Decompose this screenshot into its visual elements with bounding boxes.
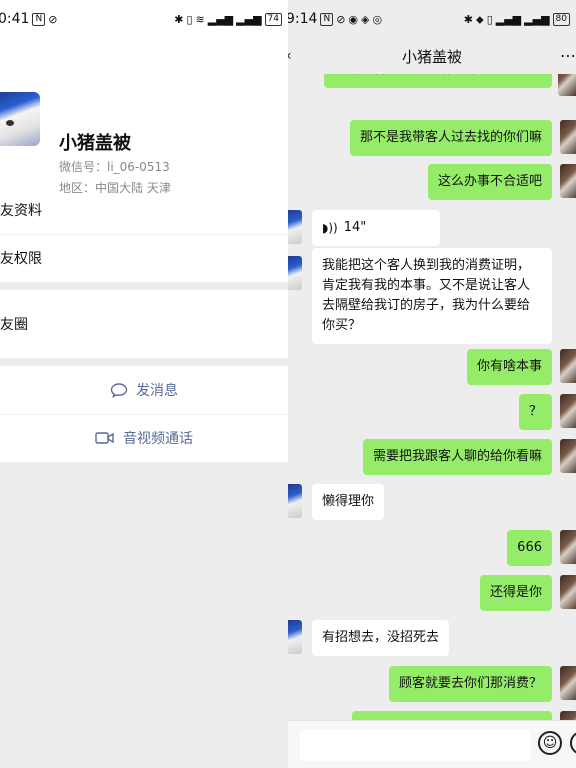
avatar[interactable] xyxy=(560,120,576,154)
location-icon: ⬥ xyxy=(476,12,484,26)
menu-item-label: 友圈 xyxy=(0,317,28,333)
status-time: 0:41 xyxy=(0,11,30,27)
video-camera-icon xyxy=(95,432,114,444)
chat-header: ‹ 小猪盖被 ⋯ xyxy=(288,38,576,74)
message-bubble[interactable]: 你给我客人到另处给你开它你就是个 xyxy=(323,74,552,88)
message-bubble[interactable]: 那不是我带客人过去找的你们嘛 xyxy=(349,120,552,156)
message-row: ◗)) 14" xyxy=(312,210,440,246)
input-bar: ) ☺ xyxy=(288,720,576,768)
message-row: 有招想去，没招死去 xyxy=(312,620,450,656)
chat-bubble-icon xyxy=(110,383,128,398)
avatar[interactable] xyxy=(560,575,576,609)
video-call-label: 音视频通话 xyxy=(123,431,193,447)
avatar[interactable] xyxy=(560,530,576,564)
message-bubble[interactable]: 你有啥本事 xyxy=(466,349,552,385)
chat-title: 小猪盖被 xyxy=(401,47,462,66)
voice-wave-icon: ◗)) xyxy=(322,221,338,235)
menu-item-profile-info[interactable]: 友资料 xyxy=(0,186,288,234)
more-functions-icon[interactable] xyxy=(570,731,576,755)
more-icon[interactable]: ⋯ xyxy=(560,46,576,65)
vibrate-icon: ▯ xyxy=(486,12,493,26)
message-bubble[interactable]: 顾客就要去你们那消费？ xyxy=(388,666,552,702)
message-bubble[interactable]: 还得是你 xyxy=(479,575,552,611)
profile-menu: 友资料 友权限 xyxy=(0,186,288,282)
voice-message[interactable]: ◗)) 14" xyxy=(312,210,440,246)
contact-name: 小猪盖被 xyxy=(59,133,131,154)
alarm-icon: ⊘ xyxy=(48,12,58,26)
avatar[interactable] xyxy=(560,164,576,198)
send-message-button[interactable]: 发消息 xyxy=(0,366,288,414)
action-group: 发消息 音视频通话 xyxy=(0,366,288,462)
avatar[interactable] xyxy=(560,439,576,473)
message-row: 666 xyxy=(507,530,552,566)
avatar[interactable] xyxy=(560,666,576,700)
avatar[interactable] xyxy=(288,484,302,518)
message-row: 你有啥本事 xyxy=(466,349,552,385)
battery-icon: 74 xyxy=(264,12,282,26)
message-bubble[interactable]: 666 xyxy=(507,530,552,566)
menu-item-moments[interactable]: 友圈 xyxy=(0,290,288,358)
message-bubble[interactable]: ？ xyxy=(518,394,552,430)
bluetooth-icon: ✱ xyxy=(463,12,473,26)
back-icon[interactable]: ‹ xyxy=(288,48,292,64)
status-time: 9:14 xyxy=(288,11,318,27)
message-row: 那不是我带客人过去找的你们嘛 xyxy=(349,120,552,156)
video-call-button[interactable]: 音视频通话 xyxy=(0,414,288,462)
message-bubble-partial[interactable] xyxy=(352,711,552,720)
message-row: 懒得理你 xyxy=(312,484,385,520)
message-input[interactable] xyxy=(300,729,530,761)
signal-icon: ▂▄▆ xyxy=(207,12,234,26)
moments-group: 友圈 xyxy=(0,290,288,358)
avatar[interactable] xyxy=(560,349,576,383)
message-row: 还得是你 xyxy=(479,575,552,611)
avatar[interactable] xyxy=(558,74,576,96)
message-row: 顾客就要去你们那消费？ xyxy=(388,666,552,702)
avatar[interactable] xyxy=(288,620,302,654)
app-icon: ◈ xyxy=(361,12,370,26)
message-bubble[interactable]: 需要把我跟客人聊的给你看嘛 xyxy=(362,439,552,475)
alarm-icon: ⊘ xyxy=(336,12,346,26)
wifi-icon: ≋ xyxy=(195,12,205,26)
signal-icon: ▂▄▆ xyxy=(524,12,550,26)
message-row: 需要把我跟客人聊的给你看嘛 xyxy=(362,439,552,475)
message-row: ？ xyxy=(518,394,552,430)
message-bubble[interactable]: 这么办事不合适吧 xyxy=(427,164,552,200)
bluetooth-icon: ✱ xyxy=(174,12,184,26)
contact-profile-pane: 0:41 N ⊘ ✱ ▯ ≋ ▂▄▆ ▂▄▆ 74 小猪盖被 微信号：li_06… xyxy=(0,0,288,768)
status-bar-right: 9:14 N ⊘ ◉ ◈ ◎ ✱ ⬥ ▯ ▂▄▆ ▂▄▆ 80 xyxy=(288,0,576,38)
avatar[interactable] xyxy=(560,711,576,720)
wechat-id: 微信号：li_06-0513 xyxy=(59,160,170,174)
message-bubble[interactable]: 懒得理你 xyxy=(312,484,385,520)
profile-card[interactable]: 小猪盖被 微信号：li_06-0513 地区：中国大陆 天津 xyxy=(0,38,288,195)
nfc-icon: N xyxy=(320,12,334,26)
app-icon: ◉ xyxy=(348,12,359,26)
emoji-icon[interactable]: ☺ xyxy=(538,731,562,755)
message-row: 我能把这个客人换到我的消费证明，肯定我有我的本事。又不是说让客人去隔壁给我订的房… xyxy=(312,248,552,344)
app-icon: ◎ xyxy=(372,12,383,26)
menu-item-permissions[interactable]: 友权限 xyxy=(0,234,288,282)
avatar[interactable] xyxy=(560,394,576,428)
menu-item-label: 友权限 xyxy=(0,251,42,267)
chat-pane: 9:14 N ⊘ ◉ ◈ ◎ ✱ ⬥ ▯ ▂▄▆ ▂▄▆ 80 ‹ 小猪盖被 ⋯… xyxy=(288,0,576,768)
message-row: 你给我客人到另处给你开它你就是个 xyxy=(323,74,576,96)
message-bubble[interactable]: 有招想去，没招死去 xyxy=(312,620,450,656)
signal-icon: ▂▄▆ xyxy=(495,12,522,26)
vibrate-icon: ▯ xyxy=(186,12,193,26)
voice-duration: 14" xyxy=(343,220,367,235)
signal-icon: ▂▄▆ xyxy=(236,12,262,26)
menu-item-label: 友资料 xyxy=(0,203,42,219)
message-bubble[interactable]: 我能把这个客人换到我的消费证明，肯定我有我的本事。又不是说让客人去隔壁给我订的房… xyxy=(312,248,552,344)
avatar[interactable] xyxy=(0,92,40,146)
message-row: 这么办事不合适吧 xyxy=(427,164,552,200)
battery-icon: 80 xyxy=(552,12,570,26)
status-bar-left: 0:41 N ⊘ ✱ ▯ ≋ ▂▄▆ ▂▄▆ 74 xyxy=(0,0,288,38)
avatar[interactable] xyxy=(288,256,302,290)
avatar[interactable] xyxy=(288,210,302,244)
message-list[interactable]: 你给我客人到另处给你开它你就是个 那不是我带客人过去找的你们嘛 这么办事不合适吧… xyxy=(288,74,576,720)
nfc-icon: N xyxy=(32,12,46,26)
send-message-label: 发消息 xyxy=(136,383,178,399)
